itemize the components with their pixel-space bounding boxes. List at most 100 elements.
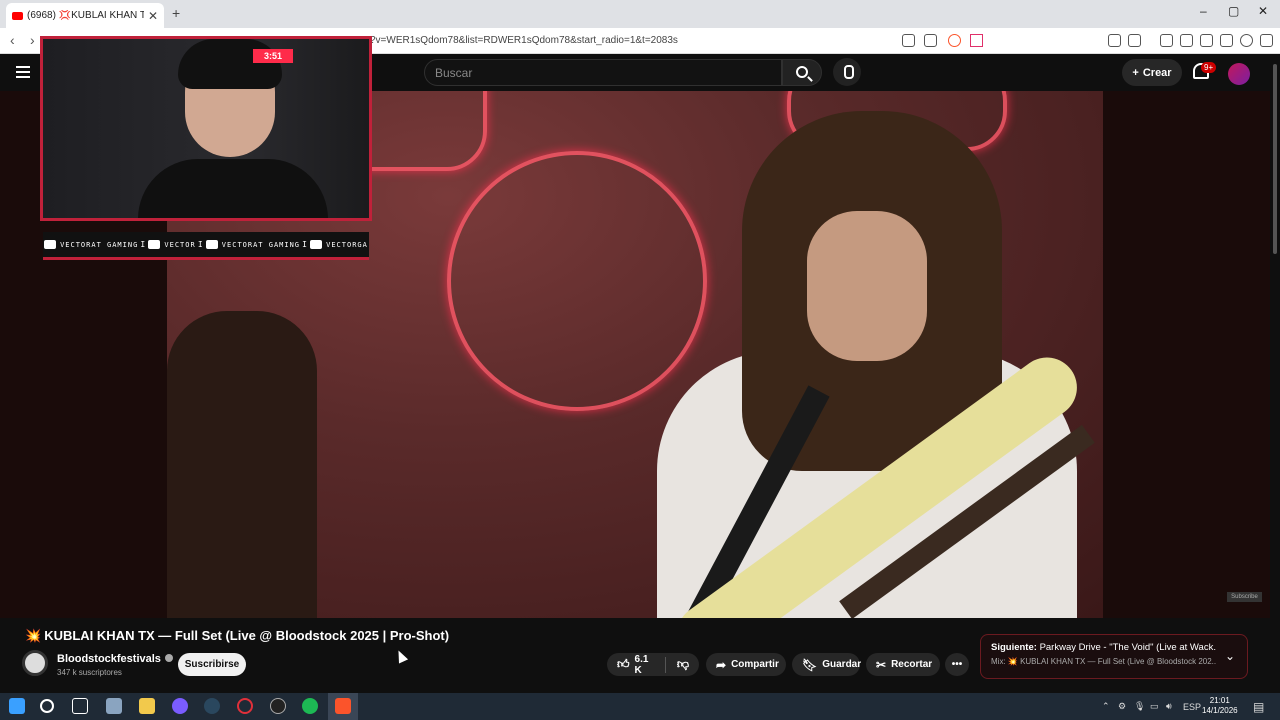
share-button[interactable]: ➦ Compartir (706, 653, 786, 676)
browser-tab-bar: (6968) 💢KUBLAI KHAN TX — ✕ + – ▢ ✕ (0, 0, 1280, 28)
subscribe-button[interactable]: Suscribirse (178, 653, 246, 676)
leo-ai-icon[interactable] (1220, 34, 1233, 47)
url-field[interactable]: ?v=WER1sQdom78&list=RDWER1sQdom78&start_… (370, 35, 678, 46)
bookmark-icon: 🔖︎ (802, 657, 818, 672)
up-next-prefix: Siguiente: (991, 642, 1037, 653)
tab-groups-icon[interactable] (1128, 34, 1141, 47)
webcam-overlay: 3:51 (40, 36, 372, 221)
discord-icon[interactable] (172, 698, 188, 714)
verified-icon (164, 654, 173, 662)
clip-label: Recortar (891, 659, 933, 670)
extensions-icon[interactable] (1108, 34, 1121, 47)
brave-browser-icon[interactable] (335, 698, 351, 714)
share-label: Compartir (731, 659, 779, 670)
twitch-icon (148, 240, 161, 249)
divider (665, 656, 666, 673)
youtube-favicon-icon (12, 11, 23, 20)
sidebar-icon[interactable] (1180, 34, 1193, 47)
scrollbar-thumb[interactable] (1273, 64, 1277, 254)
maximize-button[interactable]: ▢ (1228, 4, 1239, 18)
language-indicator[interactable]: ESP (1183, 702, 1201, 712)
wallet-icon[interactable] (1200, 34, 1213, 47)
subscribe-watermark[interactable]: Subscribe (1227, 592, 1262, 602)
social-twitter: VECTORAT GAMING (205, 240, 301, 249)
clock-date: 14/1/2026 (1202, 706, 1238, 715)
volume-icon[interactable]: 🔊︎ (1166, 701, 1172, 712)
brave-shields-icon[interactable] (948, 34, 961, 47)
windows-taskbar (0, 693, 1280, 720)
explosion-emoji-icon: 💥 (25, 628, 42, 643)
voice-search-icon[interactable] (833, 58, 861, 86)
social-youtube: VECTORAT GAMING (44, 240, 138, 249)
windows-start-icon[interactable] (9, 698, 25, 714)
menu-icon[interactable] (1260, 34, 1273, 47)
forward-button[interactable]: › (30, 32, 35, 48)
clock-time: 21:01 (1209, 696, 1230, 705)
up-next-video-title: Parkway Drive - "The Void" (Live at Wack… (1039, 642, 1216, 653)
spotify-icon[interactable] (302, 698, 318, 714)
share-icon: ➦ (716, 657, 727, 672)
separator: I (197, 240, 204, 249)
tray-chevron-icon[interactable]: ⌃ (1102, 701, 1110, 712)
like-icon[interactable]: 👍︎ (617, 657, 630, 672)
like-dislike-group: 👍︎ 6.1 K 👎︎ (607, 653, 699, 676)
create-label: Crear (1142, 66, 1172, 79)
system-clock[interactable]: 21:01 14/1/2026 (1202, 696, 1238, 716)
social-label: VECTORAT GAMING (221, 240, 301, 249)
channel-avatar[interactable] (22, 650, 48, 676)
search-input[interactable]: Buscar (424, 59, 782, 86)
network-icon[interactable]: ▭ (1150, 701, 1159, 712)
tab-title: (6968) 💢KUBLAI KHAN TX — (27, 10, 144, 21)
clip-button[interactable]: ✂ Recortar (866, 653, 940, 676)
create-button[interactable]: + Crear (1122, 59, 1182, 86)
notification-center-icon[interactable]: ▤ (1253, 700, 1264, 714)
like-count[interactable]: 6.1 K (635, 654, 654, 676)
subscriber-count: 347 k suscriptores (57, 668, 122, 677)
more-actions-button[interactable]: ••• (945, 653, 969, 676)
channel-name[interactable]: Bloodstockfestivals (57, 653, 173, 665)
page-scrollbar[interactable] (1270, 54, 1280, 694)
channel-name-text[interactable]: Bloodstockfestivals (57, 653, 161, 665)
scissors-icon: ✂ (876, 657, 887, 672)
browser-tab[interactable]: (6968) 💢KUBLAI KHAN TX — ✕ (6, 3, 164, 28)
vpn-icon[interactable] (1240, 34, 1253, 47)
close-window-button[interactable]: ✕ (1258, 4, 1268, 18)
hamburger-menu-icon[interactable] (16, 66, 30, 78)
chevron-down-icon[interactable]: ⌄ (1225, 649, 1235, 663)
up-next-title: Siguiente: Parkway Drive - "The Void" (L… (991, 642, 1216, 653)
social-twitch: VECTOR (148, 240, 195, 249)
steam-icon[interactable] (204, 698, 220, 714)
separator: I (140, 240, 147, 249)
save-button[interactable]: 🔖︎ Guardar (792, 653, 861, 676)
tray-icon[interactable]: ⚙ (1118, 701, 1126, 712)
new-tab-button[interactable]: + (172, 5, 180, 21)
share-page-icon[interactable] (924, 34, 937, 47)
opera-icon[interactable] (237, 698, 253, 714)
drummer-figure (167, 311, 317, 618)
back-button[interactable]: ‹ (10, 32, 15, 48)
up-next-card[interactable]: Siguiente: Parkway Drive - "The Void" (L… (980, 634, 1248, 679)
obs-icon[interactable] (270, 698, 286, 714)
youtube-icon (44, 240, 57, 249)
cast-icon[interactable] (902, 34, 915, 47)
account-avatar[interactable] (1228, 63, 1250, 85)
dislike-icon[interactable]: 👎︎ (677, 657, 689, 672)
social-label: VECTORGA (326, 240, 368, 249)
minimize-button[interactable]: – (1200, 4, 1207, 18)
close-tab-icon[interactable]: ✕ (148, 9, 158, 23)
active-taskbar-item[interactable] (328, 693, 358, 720)
app-icon[interactable] (106, 698, 122, 714)
social-instagram: VECTORGA (310, 240, 368, 249)
notification-badge: 9+ (1201, 62, 1217, 73)
search-button[interactable] (782, 59, 822, 86)
file-explorer-icon[interactable] (139, 698, 155, 714)
brave-rewards-icon[interactable] (970, 34, 983, 47)
social-label: VECTORAT GAMING (60, 240, 139, 249)
microphone-icon[interactable]: 🎙︎ (1134, 701, 1145, 712)
task-view-icon[interactable] (72, 698, 88, 714)
streamer-body (138, 159, 328, 218)
search-taskbar-icon[interactable] (40, 699, 54, 713)
search-icon (796, 66, 808, 78)
instagram-icon (310, 240, 323, 249)
media-icon[interactable] (1160, 34, 1173, 47)
